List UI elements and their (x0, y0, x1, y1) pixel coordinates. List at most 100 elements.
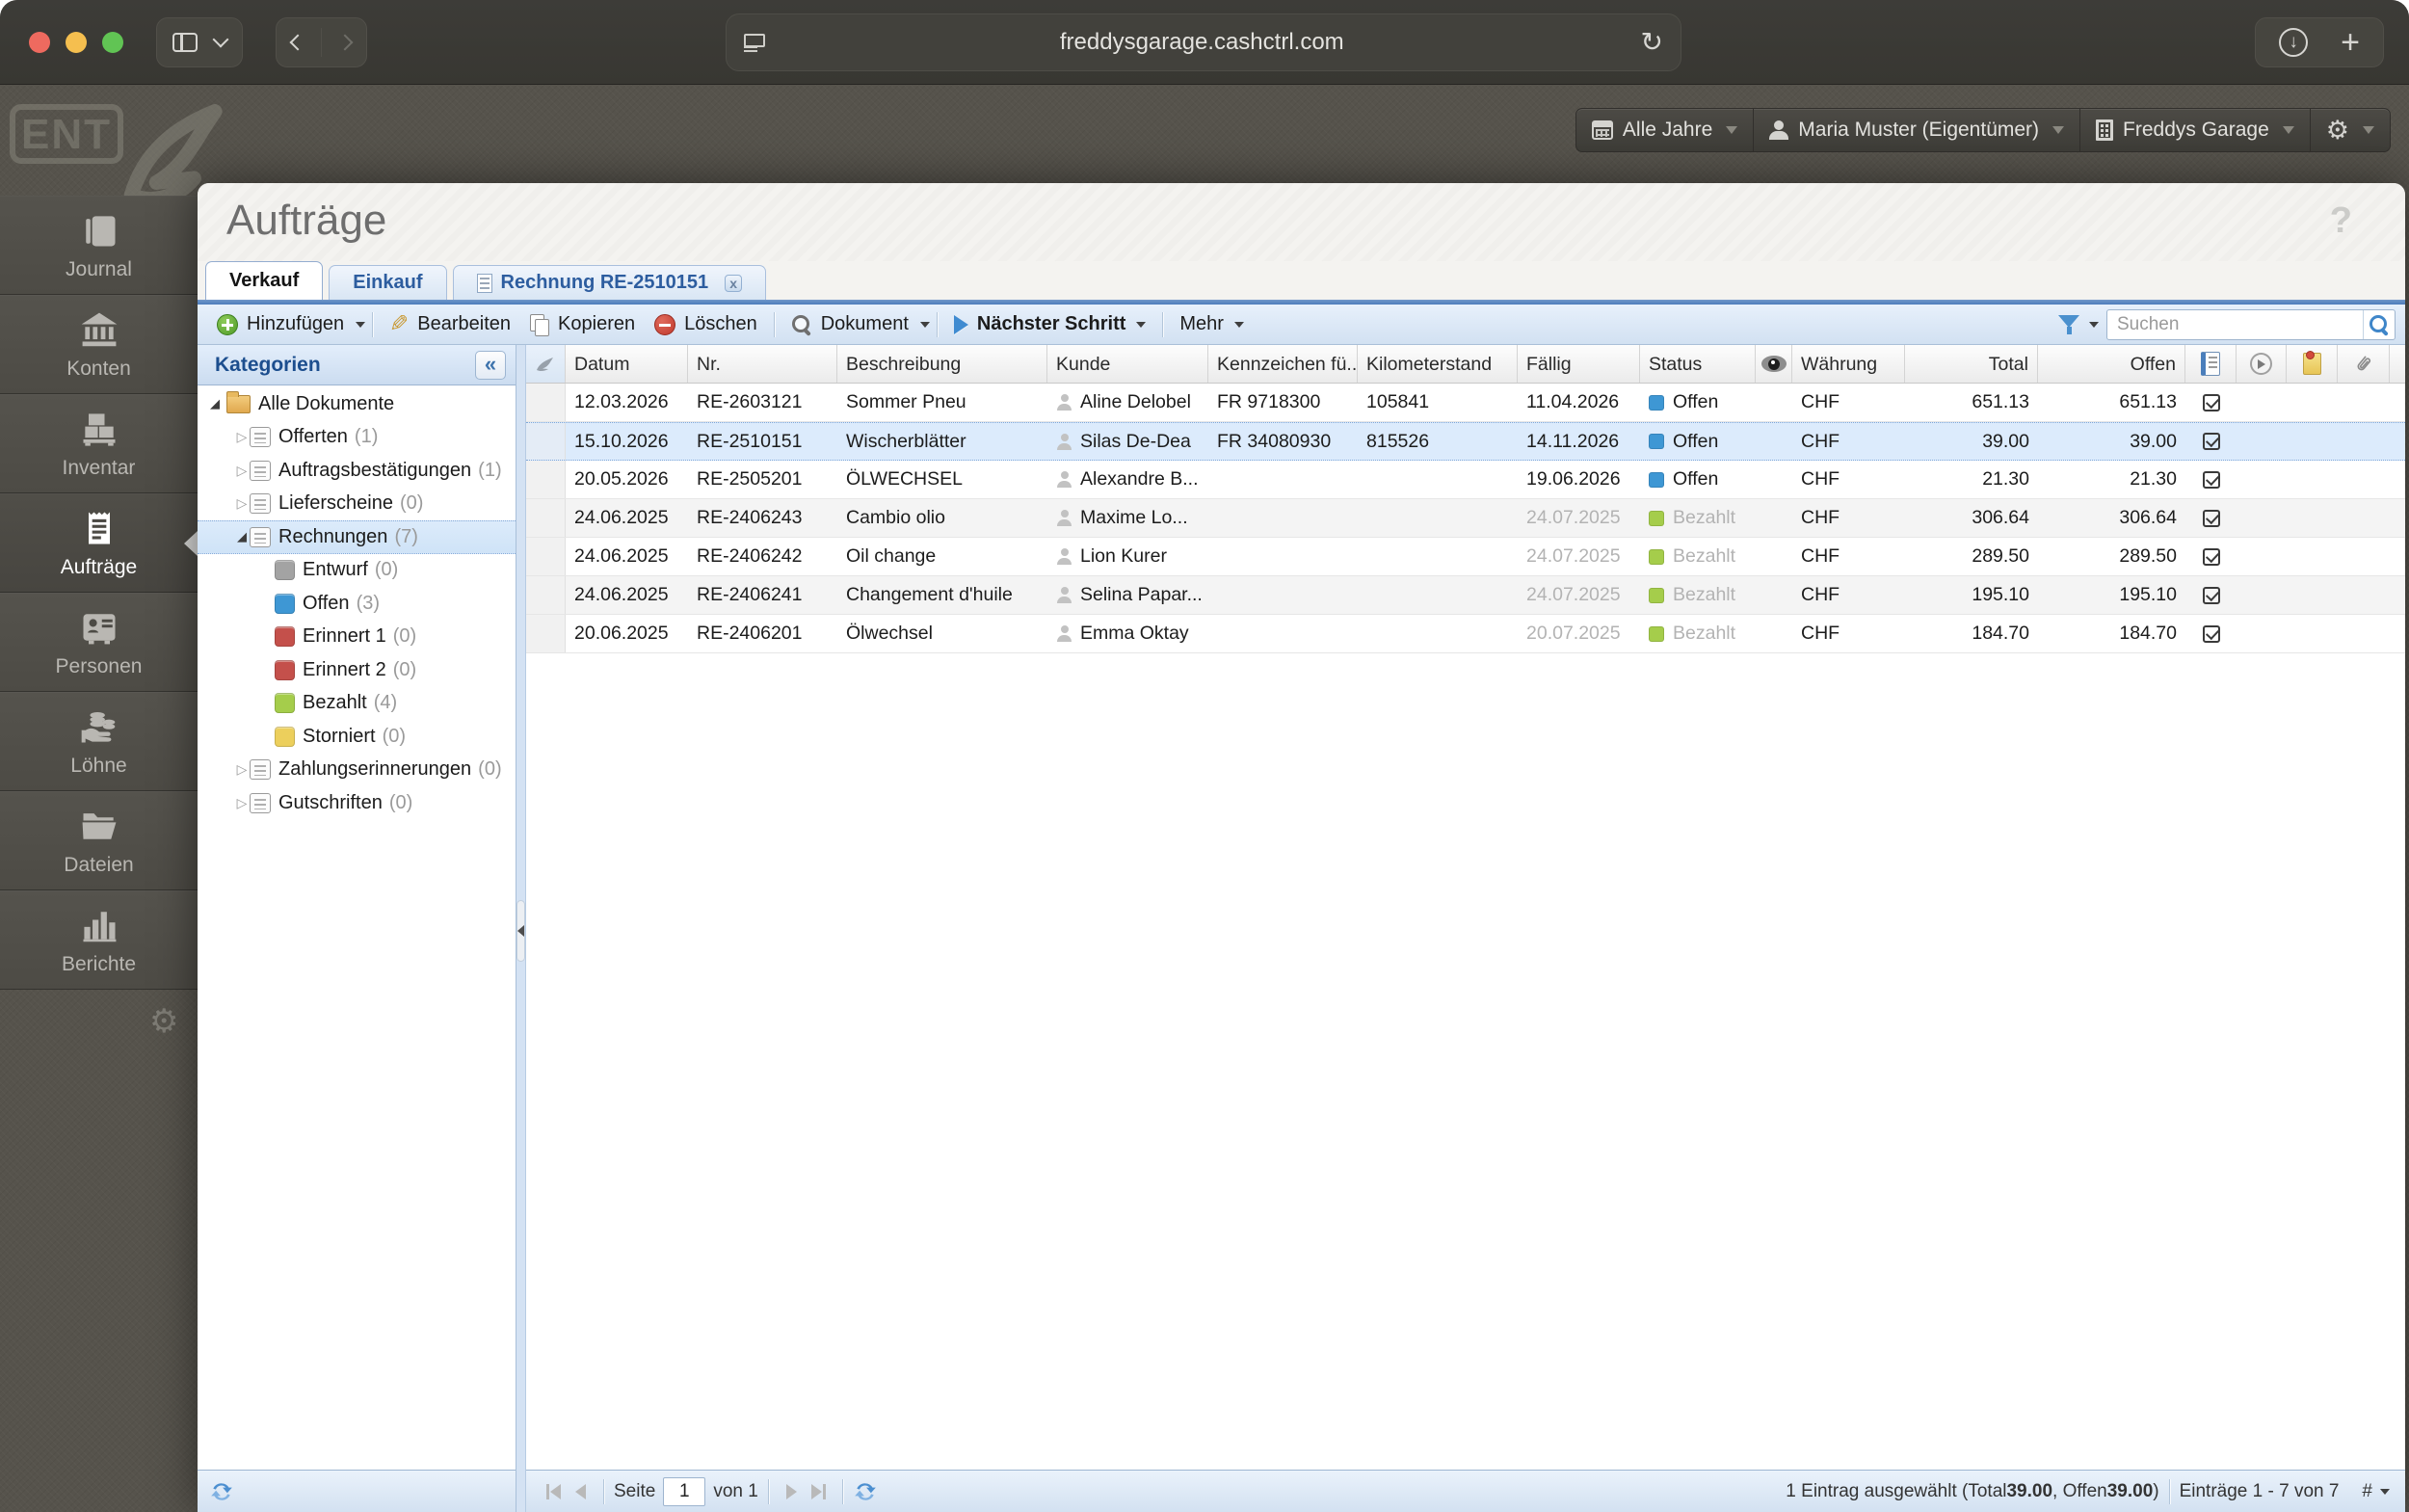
nav-item-berichte[interactable]: Berichte (0, 890, 198, 990)
panel-splitter[interactable] (516, 345, 526, 1512)
close-tab-icon[interactable]: x (725, 274, 743, 292)
first-page-button[interactable] (540, 1478, 567, 1505)
tree-item-offen[interactable]: Offen (3) (198, 587, 516, 621)
last-page-button[interactable] (806, 1478, 833, 1505)
user-selector[interactable]: Maria Muster (Eigentümer) (1753, 108, 2080, 152)
tree-item-erinnert2[interactable]: Erinnert 2 (0) (198, 653, 516, 687)
booked-checkbox-icon[interactable] (2202, 509, 2220, 527)
address-bar[interactable]: freddysgarage.cashctrl.com ↻ (726, 13, 1681, 71)
page-number-input[interactable] (663, 1476, 706, 1506)
edit-button[interactable]: ✎ Bearbeiten (380, 309, 520, 340)
tree-item-alle-dokumente[interactable]: ◢ Alle Dokumente (198, 387, 516, 421)
chevron-down-icon[interactable] (2380, 1488, 2390, 1495)
back-icon[interactable] (289, 34, 306, 50)
table-row[interactable]: 20.05.2026 RE-2505201 ÖLWECHSEL Alexandr… (526, 461, 2405, 499)
column-header-datum[interactable]: Datum (566, 345, 688, 383)
caret-collapsed-icon[interactable]: ▷ (234, 463, 250, 479)
nav-item-inventar[interactable]: Inventar (0, 394, 198, 493)
copy-button[interactable]: Kopieren (520, 309, 645, 340)
reader-view-icon[interactable] (744, 34, 765, 51)
forward-icon[interactable] (336, 34, 354, 50)
column-header-faellig[interactable]: Fällig (1518, 345, 1640, 383)
nav-item-auftraege[interactable]: Aufträge (0, 493, 198, 593)
search-input[interactable] (2107, 313, 2363, 335)
nav-item-personen[interactable]: Personen (0, 593, 198, 692)
table-row[interactable]: 24.06.2025 RE-2406242 Oil change Lion Ku… (526, 538, 2405, 576)
tree-item-entwurf[interactable]: Entwurf (0) (198, 554, 516, 588)
tree-item-storniert[interactable]: Storniert (0) (198, 720, 516, 754)
column-header-kennzeichen[interactable]: Kennzeichen fü... (1208, 345, 1358, 383)
column-header-flag[interactable] (526, 345, 566, 383)
delete-button[interactable]: Löschen (645, 309, 767, 340)
fiscal-year-selector[interactable]: Alle Jahre (1575, 108, 1754, 152)
caret-expanded-icon[interactable]: ◢ (234, 529, 250, 544)
add-dropdown-icon[interactable] (356, 321, 366, 328)
tab-verkauf[interactable]: Verkauf (205, 261, 324, 300)
tree-item-lieferscheine[interactable]: ▷ Lieferscheine (0) (198, 488, 516, 521)
sidebar-gear-icon[interactable]: ⚙ (149, 1002, 178, 1041)
filter-funnel-icon[interactable] (2058, 314, 2079, 334)
tree-item-auftragsbestaetigungen[interactable]: ▷ Auftragsbestätigungen (1) (198, 454, 516, 488)
splitter-collapse-handle[interactable] (516, 900, 525, 962)
column-config-button[interactable]: # (2362, 1481, 2372, 1502)
settings-menu-button[interactable]: ⚙ (2309, 108, 2391, 152)
booked-checkbox-icon[interactable] (2202, 624, 2220, 643)
table-row[interactable]: 24.06.2025 RE-2406243 Cambio olio Maxime… (526, 499, 2405, 538)
help-icon[interactable]: ? (2330, 200, 2352, 242)
table-row[interactable]: 20.06.2025 RE-2406201 Ölwechsel Emma Okt… (526, 615, 2405, 653)
nav-item-journal[interactable]: Journal (0, 196, 198, 295)
column-header-kunde[interactable]: Kunde (1047, 345, 1208, 383)
next-page-button[interactable] (779, 1478, 806, 1505)
tree-item-zahlungserinnerungen[interactable]: ▷ Zahlungserinnerungen (0) (198, 754, 516, 787)
column-header-visibility[interactable] (1756, 345, 1792, 383)
booked-checkbox-icon[interactable] (2202, 470, 2220, 489)
column-header-attachments[interactable] (2338, 345, 2390, 383)
document-button[interactable]: Dokument (781, 309, 918, 340)
reload-icon[interactable]: ↻ (1641, 29, 1663, 56)
sidebar-toggle-icon[interactable] (172, 32, 198, 52)
column-header-recurring[interactable] (2237, 345, 2287, 383)
tab-rechnung[interactable]: Rechnung RE-2510151 x (452, 265, 767, 300)
caret-collapsed-icon[interactable]: ▷ (234, 495, 250, 512)
filter-dropdown-icon[interactable] (2089, 321, 2099, 328)
column-header-nr[interactable]: Nr. (688, 345, 837, 383)
nav-item-loehne[interactable]: Löhne (0, 692, 198, 791)
table-row-selected[interactable]: 15.10.2026 RE-2510151 Wischerblätter Sil… (526, 422, 2405, 461)
caret-collapsed-icon[interactable]: ▷ (234, 795, 250, 811)
booked-checkbox-icon[interactable] (2202, 433, 2220, 450)
downloads-icon[interactable]: ↓ (2279, 28, 2309, 57)
previous-page-button[interactable] (567, 1478, 594, 1505)
column-header-beschreibung[interactable]: Beschreibung (837, 345, 1047, 383)
tree-item-rechnungen[interactable]: ◢ Rechnungen (7) (198, 520, 516, 554)
caret-expanded-icon[interactable]: ◢ (207, 396, 223, 411)
booked-checkbox-icon[interactable] (2202, 393, 2220, 411)
tree-item-offerten[interactable]: ▷ Offerten (1) (198, 421, 516, 455)
booked-checkbox-icon[interactable] (2202, 586, 2220, 604)
column-header-waehrung[interactable]: Währung (1792, 345, 1905, 383)
caret-collapsed-icon[interactable]: ▷ (234, 761, 250, 778)
collapse-panel-button[interactable]: « (475, 350, 506, 380)
organization-selector[interactable]: Freddys Garage (2079, 108, 2310, 152)
next-step-button[interactable]: Nächster Schritt (944, 309, 1156, 340)
minimize-window-button[interactable] (66, 31, 87, 53)
column-header-total[interactable]: Total (1905, 345, 2038, 383)
close-window-button[interactable] (29, 31, 50, 53)
refresh-icon[interactable] (209, 1479, 234, 1504)
column-header-offen[interactable]: Offen (2038, 345, 2185, 383)
chevron-down-icon[interactable] (212, 31, 229, 47)
column-header-notes[interactable] (2287, 345, 2338, 383)
column-header-status[interactable]: Status (1640, 345, 1756, 383)
column-header-kilometerstand[interactable]: Kilometerstand (1358, 345, 1518, 383)
tab-einkauf[interactable]: Einkauf (329, 265, 447, 300)
search-button[interactable] (2363, 309, 2395, 339)
nav-item-dateien[interactable]: Dateien (0, 791, 198, 890)
table-row[interactable]: 24.06.2025 RE-2406241 Changement d'huile… (526, 576, 2405, 615)
refresh-icon[interactable] (853, 1479, 878, 1504)
document-dropdown-icon[interactable] (919, 321, 930, 328)
table-row[interactable]: 12.03.2026 RE-2603121 Sommer Pneu Aline … (526, 384, 2405, 422)
booked-checkbox-icon[interactable] (2202, 547, 2220, 566)
add-button[interactable]: Hinzufügen (207, 309, 354, 340)
zoom-window-button[interactable] (102, 31, 123, 53)
tree-item-gutschriften[interactable]: ▷ Gutschriften (0) (198, 786, 516, 820)
tree-item-erinnert1[interactable]: Erinnert 1 (0) (198, 621, 516, 654)
